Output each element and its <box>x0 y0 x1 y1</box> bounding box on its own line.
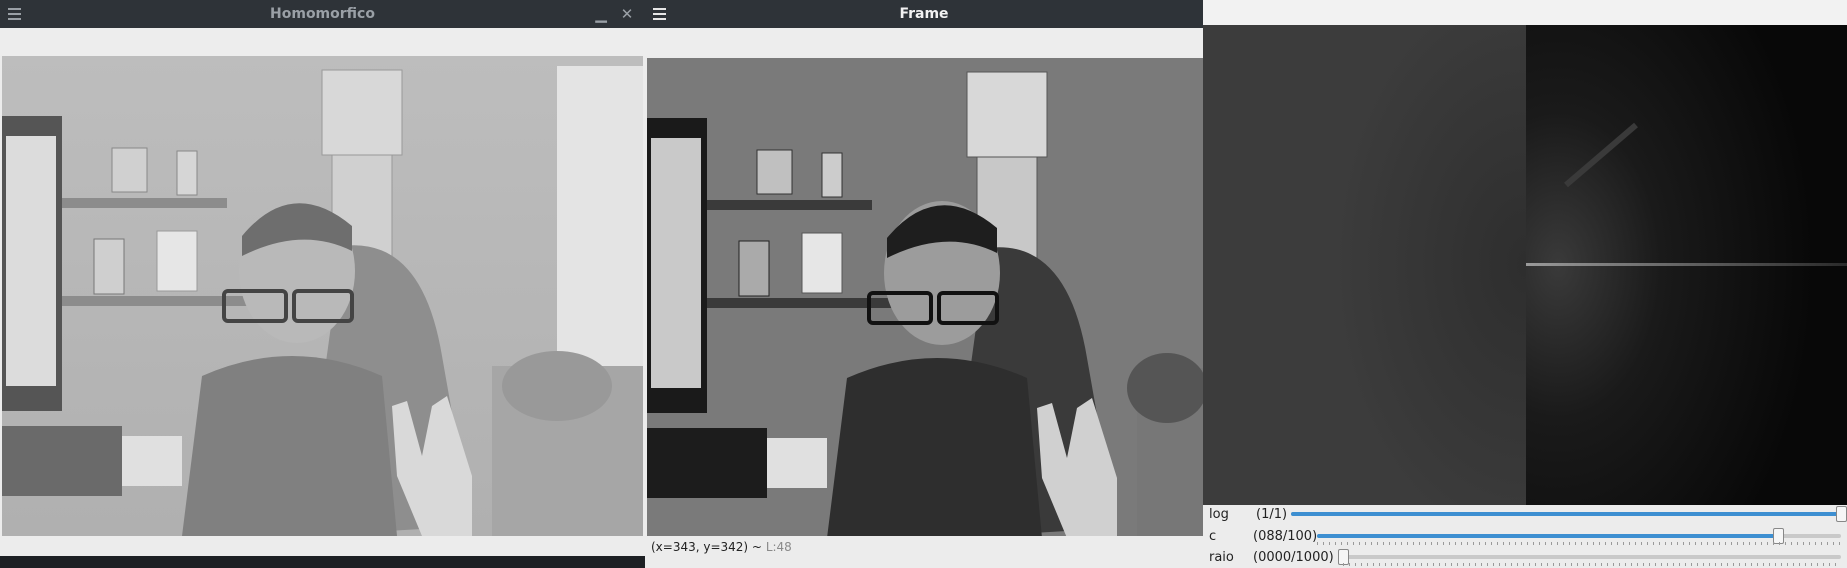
homomorfico-titlebar[interactable]: Homomorfico ▁ ✕ <box>0 0 645 28</box>
minimize-icon[interactable]: ▁ <box>591 4 611 24</box>
filter-image[interactable] <box>1203 25 1526 505</box>
homomorfico-image[interactable] <box>2 56 643 536</box>
trackbar-c-ticks <box>1317 542 1841 545</box>
trackbar-raio-name: raio <box>1209 550 1234 565</box>
trackbar-c-track[interactable] <box>1317 528 1841 544</box>
frame-image[interactable] <box>647 58 1203 538</box>
trackbar-c-name: c <box>1209 529 1217 544</box>
trackbar-log-value: (1/1) <box>1256 507 1288 522</box>
trackbar-c-value: (088/100) <box>1253 529 1318 544</box>
trackbar-log-track[interactable] <box>1291 506 1847 522</box>
spectrum-window: log (1/1) c (088/100) raio (0000/1000) <box>1203 0 1847 568</box>
trackbar-panel: log (1/1) c (088/100) raio (0000/1000) <box>1203 505 1847 568</box>
window-title: Homomorfico <box>270 6 375 22</box>
trackbar-log-handle[interactable] <box>1836 506 1847 522</box>
trackbar-raio-value: (0000/1000) <box>1253 550 1334 565</box>
trackbar-raio[interactable]: raio (0000/1000) <box>1203 548 1847 568</box>
frame-titlebar[interactable]: Frame <box>645 0 1203 28</box>
trackbar-log[interactable]: log (1/1) <box>1203 505 1847 527</box>
trackbar-raio-track[interactable] <box>1338 549 1841 565</box>
trackbar-c[interactable]: c (088/100) <box>1203 527 1847 549</box>
frame-status-bar: (x=343, y=342) ~ L:48 <box>645 536 1203 558</box>
close-icon[interactable]: ✕ <box>617 4 637 24</box>
spectrum-image[interactable] <box>1526 25 1847 505</box>
trackbar-log-name: log <box>1209 507 1229 522</box>
pixel-level: L:48 <box>765 540 792 554</box>
homomorfico-window: Homomorfico ▁ ✕ <box>0 0 645 556</box>
window-title: Frame <box>899 6 949 22</box>
cursor-coordinates: (x=343, y=342) ~ <box>651 540 762 554</box>
frame-window: Frame (x=343, y=342) ~ L:48 <box>645 0 1203 568</box>
homomorfico-toolbar <box>0 28 645 56</box>
trackbar-raio-ticks <box>1343 563 1841 566</box>
spectrum-toolbar <box>1203 0 1847 25</box>
trackbar-c-fill <box>1317 534 1779 538</box>
trackbar-log-fill <box>1291 512 1841 516</box>
frame-toolbar <box>645 28 1203 56</box>
